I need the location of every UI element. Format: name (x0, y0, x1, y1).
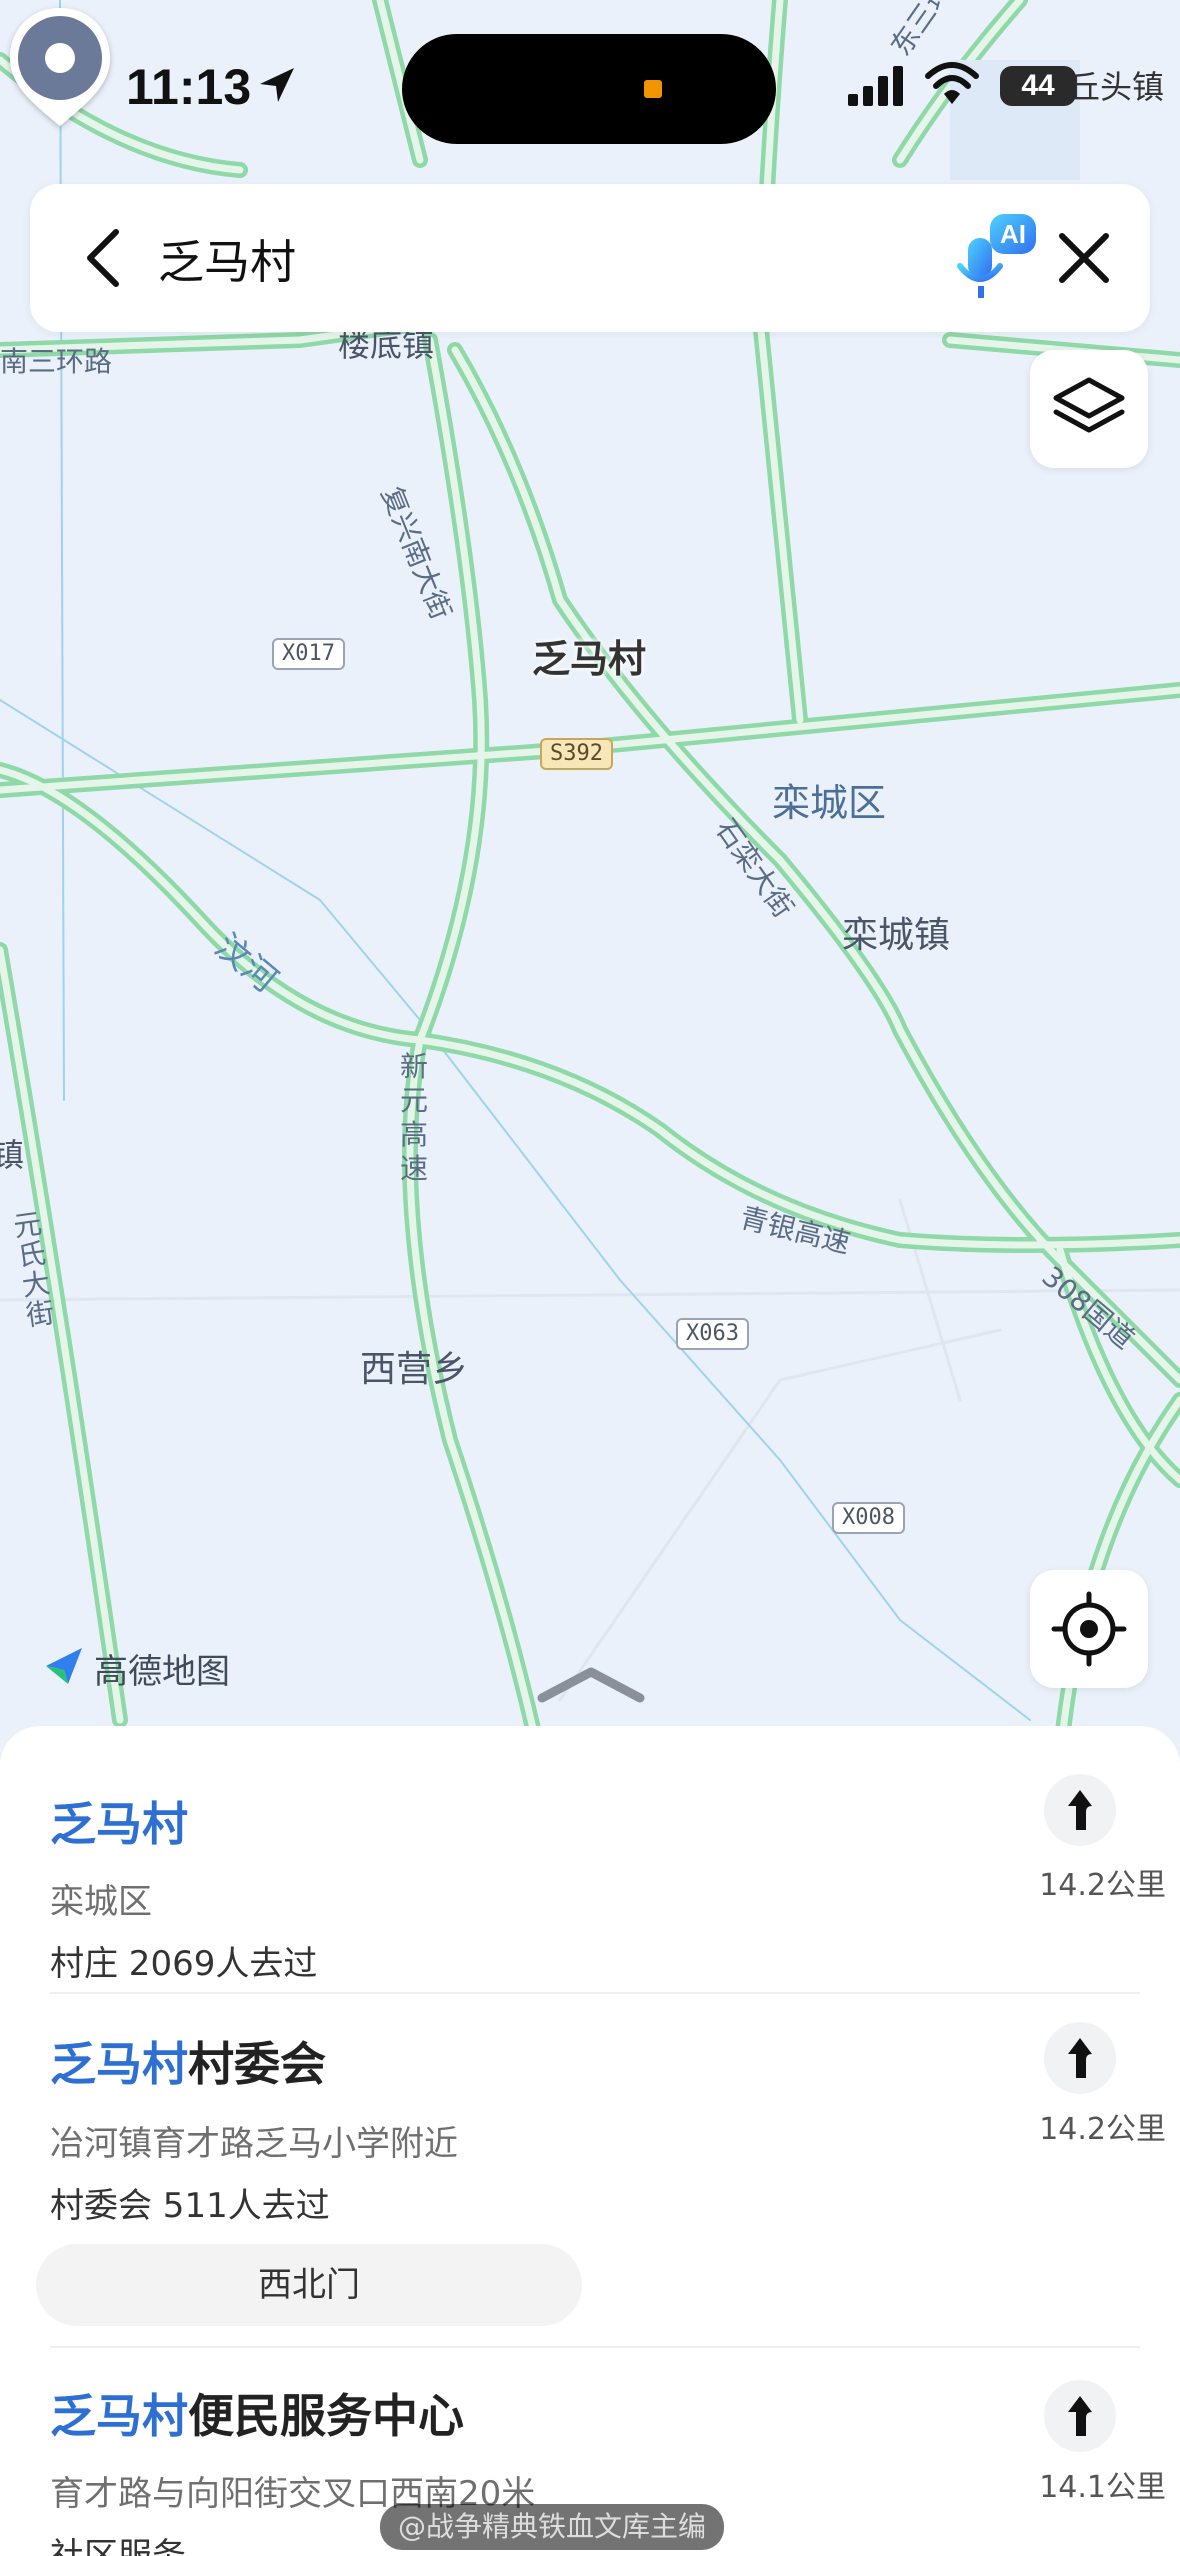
route-button[interactable] (1044, 2022, 1116, 2094)
route-button[interactable] (1044, 1774, 1116, 1846)
battery-icon: 44 (1000, 66, 1076, 106)
result-title-highlight: 乏马村 (50, 2037, 188, 2091)
result-meta: 村委会 511人去过 (50, 2186, 330, 2226)
status-bar: 11:13 44 (0, 0, 1180, 170)
result-title-highlight: 乏马村 (50, 1797, 188, 1851)
status-time: 11:13 (126, 59, 252, 115)
entrance-chip-button[interactable]: 西北门 (36, 2244, 582, 2326)
crosshair-icon (1051, 1591, 1127, 1667)
result-distance: 14.2公里 (1039, 2112, 1166, 2147)
poi-label: 乏马村 (532, 637, 647, 681)
shield-x008: X008 (832, 1502, 905, 1534)
result-title-highlight: 乏马村 (50, 2389, 188, 2443)
layers-icon (1053, 377, 1125, 433)
dynamic-island (402, 34, 776, 144)
results-sheet[interactable]: 乏马村 栾城区 村庄 2069人去过 14.2公里 乏马村村委会 冶河镇育才路乏… (0, 1726, 1180, 2556)
search-bar[interactable]: 乏马村 AI (30, 184, 1150, 332)
road-label-south-ring: 南三环路 (0, 345, 113, 378)
watermark: @战争精典铁血文库主编 (380, 2504, 725, 2550)
place-label-luancheng-town: 栾城镇 (842, 915, 951, 956)
ai-badge: AI (1000, 219, 1026, 249)
result-title[interactable]: 乏马村 (50, 1788, 188, 1854)
location-arrow-icon (260, 68, 294, 102)
route-turn-icon (1068, 2396, 1092, 2436)
recording-indicator-icon (644, 80, 662, 98)
shield-s392: S392 (540, 738, 613, 770)
result-distance: 14.1公里 (1039, 2470, 1166, 2505)
ai-voice-icon[interactable]: AI (942, 208, 1042, 308)
layers-button[interactable] (1030, 350, 1148, 468)
road-label-xinyuan: 新元高速 (400, 1050, 429, 1185)
amap-logo-text: 高德地图 (94, 1652, 230, 1692)
district-label-luancheng: 栾城区 (772, 781, 887, 825)
wifi-icon (925, 62, 979, 104)
amap-logo-icon (46, 1648, 82, 1684)
result-title[interactable]: 乏马村便民服务中心 (50, 2380, 464, 2446)
result-distance: 14.2公里 (1039, 1868, 1166, 1903)
result-meta: 村庄 2069人去过 (50, 1944, 318, 1984)
route-turn-icon (1068, 1790, 1092, 1830)
signal-icon (848, 66, 903, 106)
result-divider (50, 2346, 1140, 2348)
locate-me-button[interactable] (1030, 1570, 1148, 1688)
back-icon[interactable] (66, 218, 146, 298)
result-title-rest: 村委会 (188, 2037, 326, 2091)
result-meta: 社区服务 (50, 2536, 186, 2556)
search-input[interactable]: 乏马村 (158, 226, 296, 292)
place-label-edge-town: 镇 (0, 1136, 25, 1174)
close-icon[interactable] (1044, 218, 1124, 298)
result-address: 栾城区 (50, 1882, 152, 1922)
result-divider (50, 1992, 1140, 1994)
shield-x017: X017 (272, 638, 345, 670)
route-turn-icon (1068, 2038, 1092, 2078)
shield-x063: X063 (676, 1318, 749, 1350)
route-button[interactable] (1044, 2380, 1116, 2452)
result-title[interactable]: 乏马村村委会 (50, 2028, 326, 2094)
result-address: 冶河镇育才路乏马小学附近 (50, 2124, 458, 2164)
sheet-handle-chevron-up-icon[interactable] (536, 1664, 646, 1704)
place-label-xiyingxiang: 西营乡 (360, 1349, 469, 1390)
result-title-rest: 便民服务中心 (188, 2389, 464, 2443)
